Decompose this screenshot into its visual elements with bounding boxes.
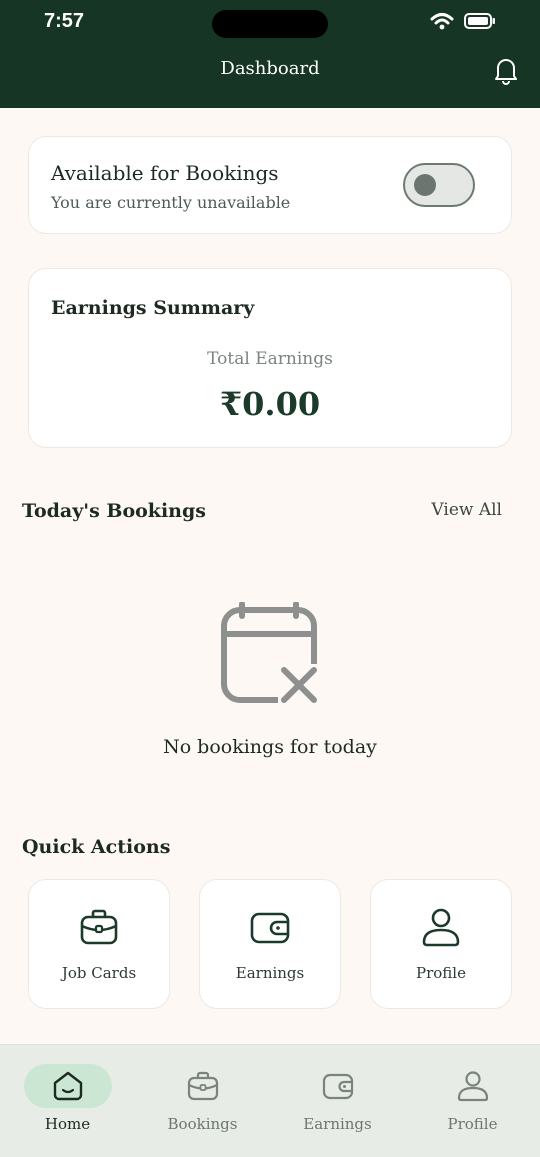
quick-action-profile[interactable]: Profile (370, 879, 512, 1009)
briefcase-icon (187, 1071, 218, 1101)
home-icon (53, 1071, 82, 1101)
quick-actions-title: Quick Actions (22, 836, 171, 858)
nav-item-bookings[interactable]: Bookings (135, 1045, 270, 1157)
empty-bookings-text: No bookings for today (163, 736, 377, 758)
nav-label: Profile (447, 1115, 498, 1133)
quick-action-label: Job Cards (61, 964, 137, 982)
total-earnings-label: Total Earnings (207, 349, 333, 369)
camera-notch (212, 10, 328, 38)
availability-toggle[interactable] (403, 163, 475, 207)
availability-title: Available for Bookings (51, 161, 279, 185)
earnings-summary-card: Earnings Summary Total Earnings ₹0.00 (28, 268, 512, 448)
bottom-navigation: Home Bookings Earnings Profile (0, 1044, 540, 1157)
status-icons (430, 12, 496, 30)
user-icon (457, 1071, 488, 1102)
notification-bell-icon[interactable] (490, 54, 522, 86)
earnings-summary-title: Earnings Summary (51, 297, 255, 319)
calendar-x-icon (221, 602, 318, 704)
page-title: Dashboard (220, 58, 320, 79)
total-earnings-value: ₹0.00 (219, 385, 321, 423)
availability-subtitle: You are currently unavailable (51, 193, 291, 212)
todays-bookings-title: Today's Bookings (22, 500, 206, 522)
quick-action-label: Profile (416, 964, 466, 982)
briefcase-icon (80, 909, 118, 945)
user-icon (422, 908, 460, 947)
wallet-icon (250, 912, 290, 944)
quick-action-earnings[interactable]: Earnings (199, 879, 341, 1009)
nav-item-earnings[interactable]: Earnings (270, 1045, 405, 1157)
quick-action-job-cards[interactable]: Job Cards (28, 879, 170, 1009)
nav-item-home[interactable]: Home (0, 1045, 135, 1157)
availability-card: Available for Bookings You are currently… (28, 136, 512, 234)
quick-action-label: Earnings (235, 964, 305, 982)
app-header: 7:57 Dashboard (0, 0, 540, 108)
view-all-link[interactable]: View All (431, 500, 502, 520)
wifi-icon (430, 13, 454, 30)
nav-item-profile[interactable]: Profile (405, 1045, 540, 1157)
nav-label: Earnings (303, 1115, 372, 1133)
toggle-knob (414, 174, 436, 196)
status-time: 7:57 (44, 10, 85, 32)
nav-label: Bookings (167, 1115, 238, 1133)
wallet-icon (322, 1073, 353, 1100)
battery-icon (464, 13, 495, 29)
nav-label: Home (44, 1115, 91, 1133)
